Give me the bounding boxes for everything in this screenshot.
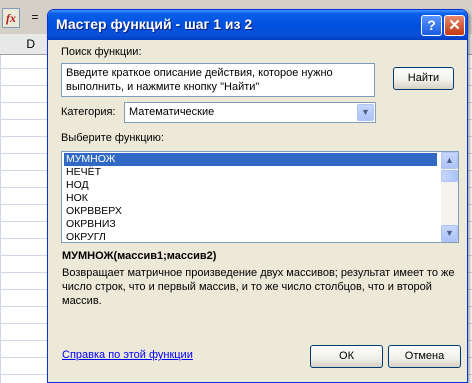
insert-function-button[interactable]: fx	[2, 8, 20, 28]
chevron-up-icon: ▲	[445, 155, 454, 165]
function-signature: МУМНОЖ(массив1;массив2)	[62, 250, 217, 262]
ok-button[interactable]: ОК	[310, 345, 383, 368]
combo-dropdown-button[interactable]: ▼	[357, 104, 374, 121]
function-list-item[interactable]: НОД	[64, 179, 437, 192]
insert-function-dialog: Мастер функций - шаг 1 из 2 ? ✕ Поиск фу…	[47, 9, 468, 383]
function-list[interactable]: МУМНОЖ НЕЧЁТ НОД НОК ОКРВВЕРХ ОКРВНИЗ ОКРУГЛ ▲…	[61, 151, 459, 243]
chevron-down-icon: ▼	[361, 107, 370, 117]
scroll-thumb[interactable]	[441, 170, 458, 182]
search-input[interactable]: Введите краткое описание действия, котор…	[61, 63, 375, 97]
help-button[interactable]: ?	[421, 15, 442, 36]
function-list-items: МУМНОЖ НЕЧЁТ НОД НОК ОКРВВЕРХ ОКРВНИЗ ОКРУГЛ	[64, 153, 437, 242]
dialog-title-bar[interactable]: Мастер функций - шаг 1 из 2 ? ✕	[48, 10, 467, 40]
category-select[interactable]: Математические ▼	[124, 102, 376, 123]
find-button[interactable]: Найти	[393, 67, 454, 90]
select-function-label: Выберите функцию:	[61, 132, 164, 144]
search-label-text: Поиск функции:	[61, 46, 142, 58]
equals-sign: =	[31, 10, 39, 24]
function-list-item[interactable]: НЕЧЁТ	[64, 166, 437, 179]
category-value: Математические	[129, 106, 215, 118]
search-label: Поиск функции:	[61, 46, 142, 58]
close-button[interactable]: ✕	[444, 15, 465, 36]
function-list-item[interactable]: ОКРУГЛ	[64, 231, 437, 242]
function-list-item[interactable]: ОКРВНИЗ	[64, 218, 437, 231]
function-description: Возвращает матричное произведение двух м…	[62, 267, 455, 307]
cancel-button[interactable]: Отмена	[388, 345, 461, 368]
dialog-title: Мастер функций - шаг 1 из 2	[56, 16, 253, 32]
scroll-up-button[interactable]: ▲	[441, 152, 458, 169]
scroll-down-button[interactable]: ▼	[441, 225, 458, 242]
chevron-down-icon: ▼	[445, 228, 454, 238]
help-link[interactable]: Справка по этой функции	[62, 349, 193, 361]
function-list-item[interactable]: МУМНОЖ	[64, 153, 437, 166]
function-list-scrollbar[interactable]: ▲ ▼	[441, 152, 458, 242]
category-label: Категория:	[61, 106, 116, 118]
function-list-item[interactable]: НОК	[64, 192, 437, 205]
function-list-item[interactable]: ОКРВВЕРХ	[64, 205, 437, 218]
